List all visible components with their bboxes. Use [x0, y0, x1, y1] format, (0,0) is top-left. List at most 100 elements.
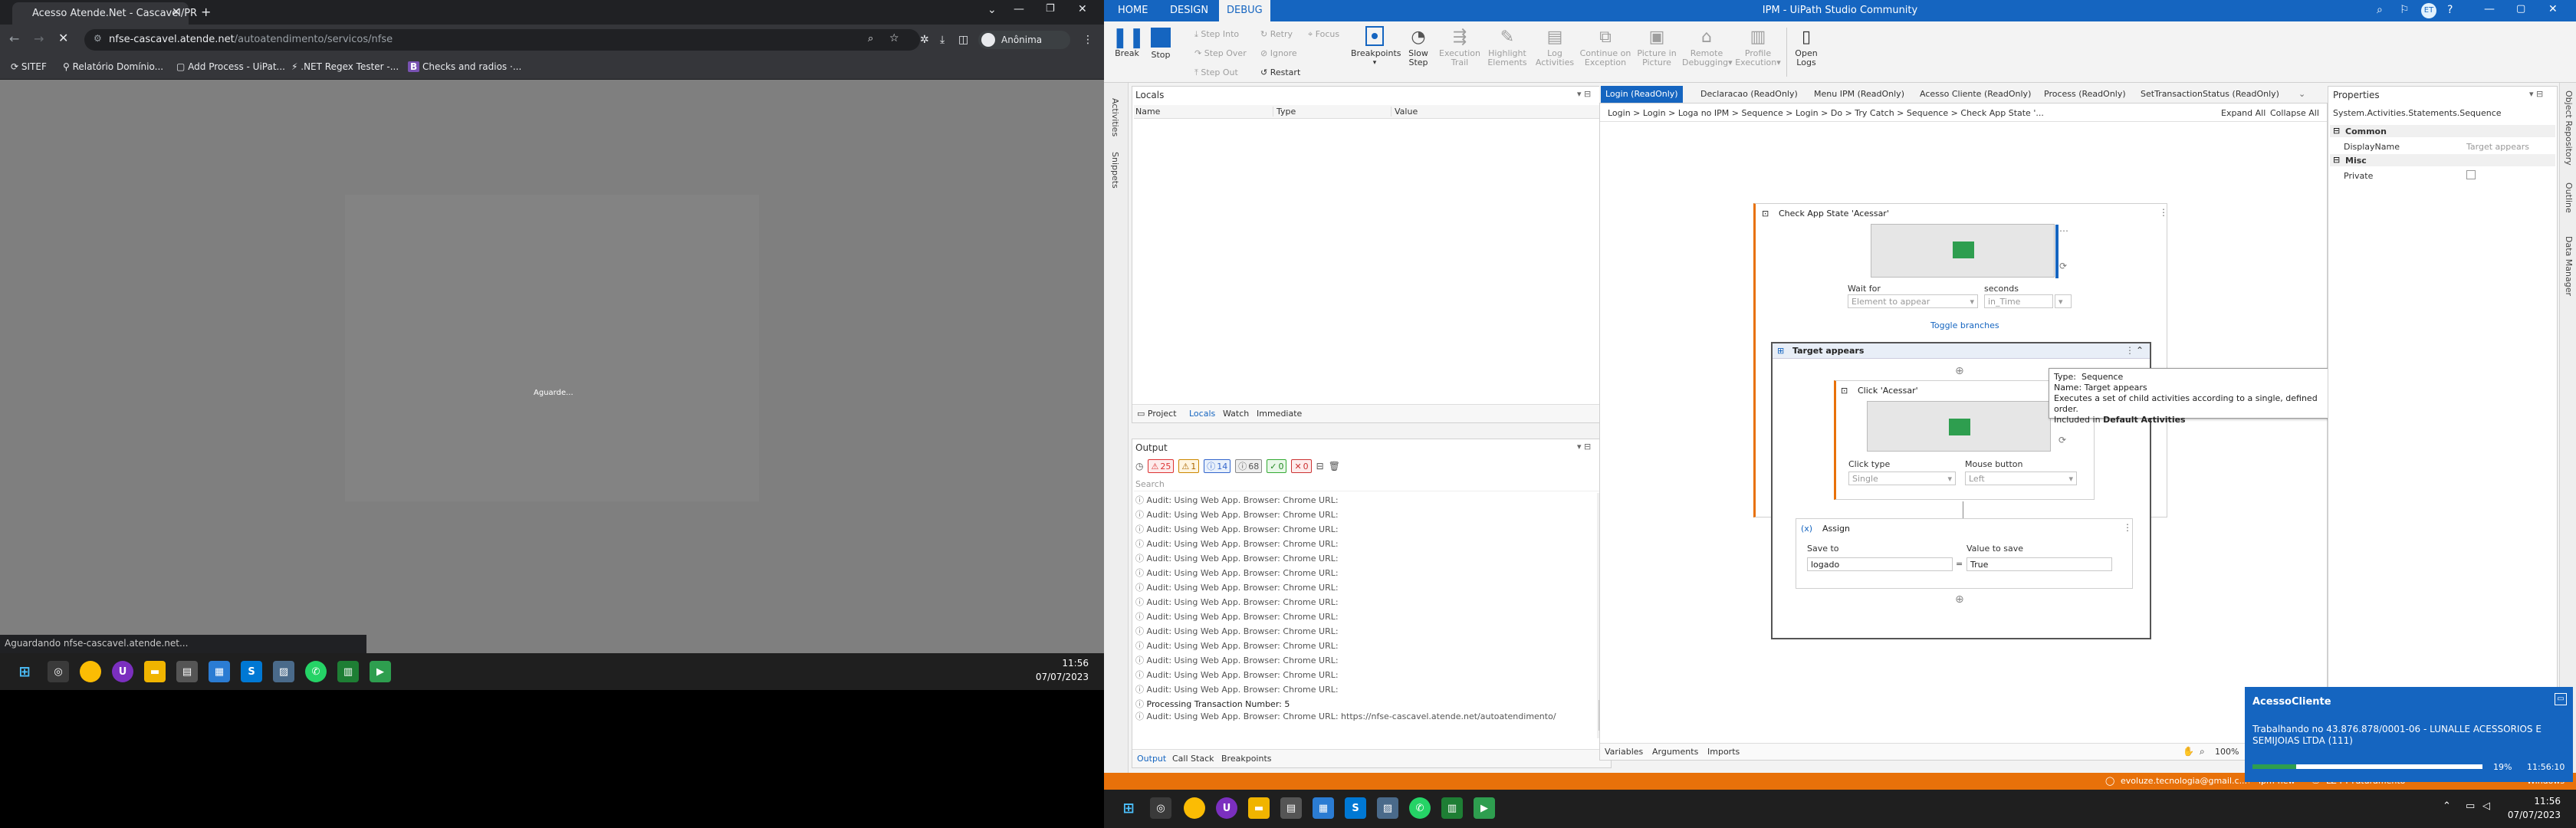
app-icon-6[interactable]: ▥: [1441, 797, 1463, 819]
windows-start-icon[interactable]: ⊞: [1118, 797, 1139, 819]
activity-menu-icon[interactable]: ⋮: [2123, 522, 2132, 533]
app-icon-7[interactable]: ▶: [1474, 797, 1495, 819]
project-tab[interactable]: ▭ Project: [1137, 409, 1177, 419]
log-line[interactable]: ⓘ Audit: Using Web App. Browser: Chrome …: [1135, 551, 1595, 566]
break-button[interactable]: ❚❚ Break: [1112, 26, 1145, 58]
doc-tab-menu-ipm[interactable]: Menu IPM (ReadOnly): [1809, 86, 1909, 103]
incognito-profile-button[interactable]: Anônima: [978, 31, 1070, 49]
col-type[interactable]: Type: [1276, 107, 1392, 117]
step-out-button[interactable]: ⤒ Step Out: [1194, 67, 1238, 78]
network-icon[interactable]: ▭: [2466, 800, 2475, 812]
user-avatar[interactable]: ET: [2421, 3, 2436, 18]
panel-options-icon[interactable]: ▾ ⊟: [2529, 89, 2543, 99]
bookmark-star-icon[interactable]: ☆: [889, 32, 899, 44]
whatsapp-icon[interactable]: ✆: [1409, 797, 1431, 819]
object-repository-side-tab[interactable]: Object Repository: [2564, 90, 2574, 166]
chrome-icon[interactable]: [80, 661, 101, 682]
doc-tab-declaracao[interactable]: Declaracao (ReadOnly): [1696, 86, 1802, 103]
doc-tab-login[interactable]: Login (ReadOnly): [1601, 86, 1683, 103]
chrome-menu-icon[interactable]: ⋮: [1083, 34, 1093, 46]
panel-options-icon[interactable]: ▾ ⊟: [1577, 89, 1591, 99]
log-line[interactable]: ⓘ Audit: Using Web App. Browser: Chrome …: [1135, 522, 1595, 537]
pan-icon[interactable]: ✋: [2183, 746, 2194, 757]
ribbon-tab-home[interactable]: HOME: [1118, 5, 1148, 16]
app-icon-5[interactable]: ▨: [273, 661, 294, 682]
bookmark-relatorio[interactable]: ⚲ Relatório Domínio...: [63, 61, 163, 72]
doc-tab-acesso-cliente[interactable]: Acesso Cliente (ReadOnly): [1915, 86, 2036, 103]
whatsapp-icon[interactable]: ✆: [305, 661, 327, 682]
crumb[interactable]: Do: [1831, 108, 1842, 118]
log-line[interactable]: ⓘ Audit: Using Web App. Browser: Chrome …: [1135, 566, 1595, 580]
chrome-icon[interactable]: [1184, 797, 1205, 819]
zoom-search-icon[interactable]: ⌕: [868, 33, 873, 44]
seconds-input[interactable]: in_Time: [1984, 294, 2053, 308]
log-line[interactable]: ⓘ Audit: Using Web App. Browser: Chrome …: [1135, 653, 1595, 668]
uipath-assistant-icon[interactable]: U: [112, 661, 133, 682]
log-line[interactable]: ⓘ Audit: Using Web App. Browser: Chrome …: [1135, 610, 1595, 624]
uipath-assistant-icon[interactable]: U: [1216, 797, 1237, 819]
doc-tab-process[interactable]: Process (ReadOnly): [2039, 86, 2131, 103]
picture-in-picture-button[interactable]: ▣ Picture in Picture: [1635, 26, 1679, 67]
log-line[interactable]: ⓘ Audit: Using Web App. Browser: Chrome …: [1135, 537, 1595, 551]
fatal-filter[interactable]: ✕ 0: [1291, 459, 1312, 473]
common-category[interactable]: ⊟ Common: [2330, 125, 2555, 137]
stop-button[interactable]: Stop: [1147, 26, 1175, 60]
add-activity-icon[interactable]: ⊕: [1955, 593, 1964, 606]
errors-filter[interactable]: ⚠ 25: [1148, 459, 1175, 473]
bookmark-sitef[interactable]: ⟳ SITEF: [11, 61, 47, 72]
open-logs-button[interactable]: ▯ Open Logs: [1791, 26, 1822, 67]
verbose-filter[interactable]: ✓ 0: [1267, 459, 1287, 473]
tab-search-icon[interactable]: ⌄: [987, 4, 997, 16]
app-icon-6[interactable]: ▥: [337, 661, 359, 682]
downloads-icon[interactable]: ⤓: [940, 34, 945, 46]
back-icon[interactable]: ←: [9, 31, 19, 46]
browser-tab[interactable]: Acesso Atende.Net - Cascavel/PR ✕: [12, 2, 197, 25]
target-refresh-icon[interactable]: ⟳: [2059, 261, 2067, 271]
log-activities-button[interactable]: ▤ Log Activities: [1533, 26, 1576, 67]
notifications-icon[interactable]: ⚐: [2400, 4, 2410, 16]
maximize-icon[interactable]: ▢: [2516, 3, 2525, 15]
watch-tab[interactable]: Watch: [1223, 409, 1249, 419]
continue-on-exception-button[interactable]: ⧉ Continue on Exception: [1579, 26, 1631, 67]
bookmark-add-process[interactable]: ▢ Add Process - UiPat...: [176, 61, 285, 72]
close-window-icon[interactable]: ✕: [2548, 3, 2558, 15]
app-icon-4[interactable]: S: [1345, 797, 1366, 819]
crumb[interactable]: Login: [1796, 108, 1819, 118]
output-tab[interactable]: Output: [1137, 754, 1166, 764]
profile-execution-button[interactable]: ▥ Profile Execution▾: [1734, 26, 1782, 67]
imports-tab[interactable]: Imports: [1707, 747, 1740, 757]
toast-close-icon[interactable]: ▭: [2555, 693, 2567, 705]
windows-start-icon[interactable]: ⊞: [14, 661, 35, 682]
highlight-elements-button[interactable]: ✎ Highlight Elements: [1484, 26, 1530, 67]
app-icon-2[interactable]: ▤: [1280, 797, 1302, 819]
slow-step-button[interactable]: ◔ Slow Step: [1401, 26, 1435, 67]
zoom-level[interactable]: 100%: [2215, 747, 2239, 757]
zoom-icon[interactable]: ⌕: [2200, 746, 2205, 757]
step-over-button[interactable]: ↷ Step Over: [1194, 48, 1247, 58]
locals-tab[interactable]: Locals: [1189, 409, 1215, 419]
tabs-overflow-icon[interactable]: ⌄: [2298, 89, 2305, 99]
log-line-last[interactable]: ⓘ Audit: Using Web App. Browser: Chrome …: [1135, 711, 1595, 723]
breakpoints-button[interactable]: Breakpoints ▾: [1351, 26, 1401, 67]
maximize-icon[interactable]: ❐: [1046, 3, 1055, 15]
crumb[interactable]: Try Catch: [1855, 108, 1894, 118]
log-line[interactable]: ⓘ Audit: Using Web App. Browser: Chrome …: [1135, 580, 1595, 595]
log-line-processing[interactable]: ⓘ Processing Transaction Number: 5: [1135, 697, 1595, 711]
bookmark-checks-radios[interactable]: B Checks and radios ·...: [408, 61, 521, 72]
misc-category[interactable]: ⊟ Misc: [2330, 154, 2555, 166]
remote-debugging-button[interactable]: ⌂ Remote Debugging▾: [1682, 26, 1733, 67]
app-icon-3[interactable]: ▦: [209, 661, 230, 682]
bookmark-regex-tester[interactable]: ⚡ .NET Regex Tester -...: [291, 61, 399, 72]
close-tab-icon[interactable]: ✕: [172, 6, 181, 18]
minimize-icon[interactable]: —: [1014, 3, 1024, 15]
private-checkbox[interactable]: [2466, 170, 2476, 179]
file-explorer-icon[interactable]: ▬: [144, 661, 166, 682]
ribbon-tab-debug[interactable]: DEBUG: [1219, 0, 1270, 21]
site-info-icon[interactable]: ⚙: [94, 33, 102, 44]
help-icon[interactable]: ?: [2447, 4, 2453, 16]
variables-tab[interactable]: Variables: [1605, 747, 1643, 757]
target-menu-icon[interactable]: ⋯: [2059, 225, 2068, 236]
crumb[interactable]: Sequence: [1907, 108, 1948, 118]
crumb[interactable]: Login: [1608, 108, 1631, 118]
immediate-tab[interactable]: Immediate: [1257, 409, 1302, 419]
